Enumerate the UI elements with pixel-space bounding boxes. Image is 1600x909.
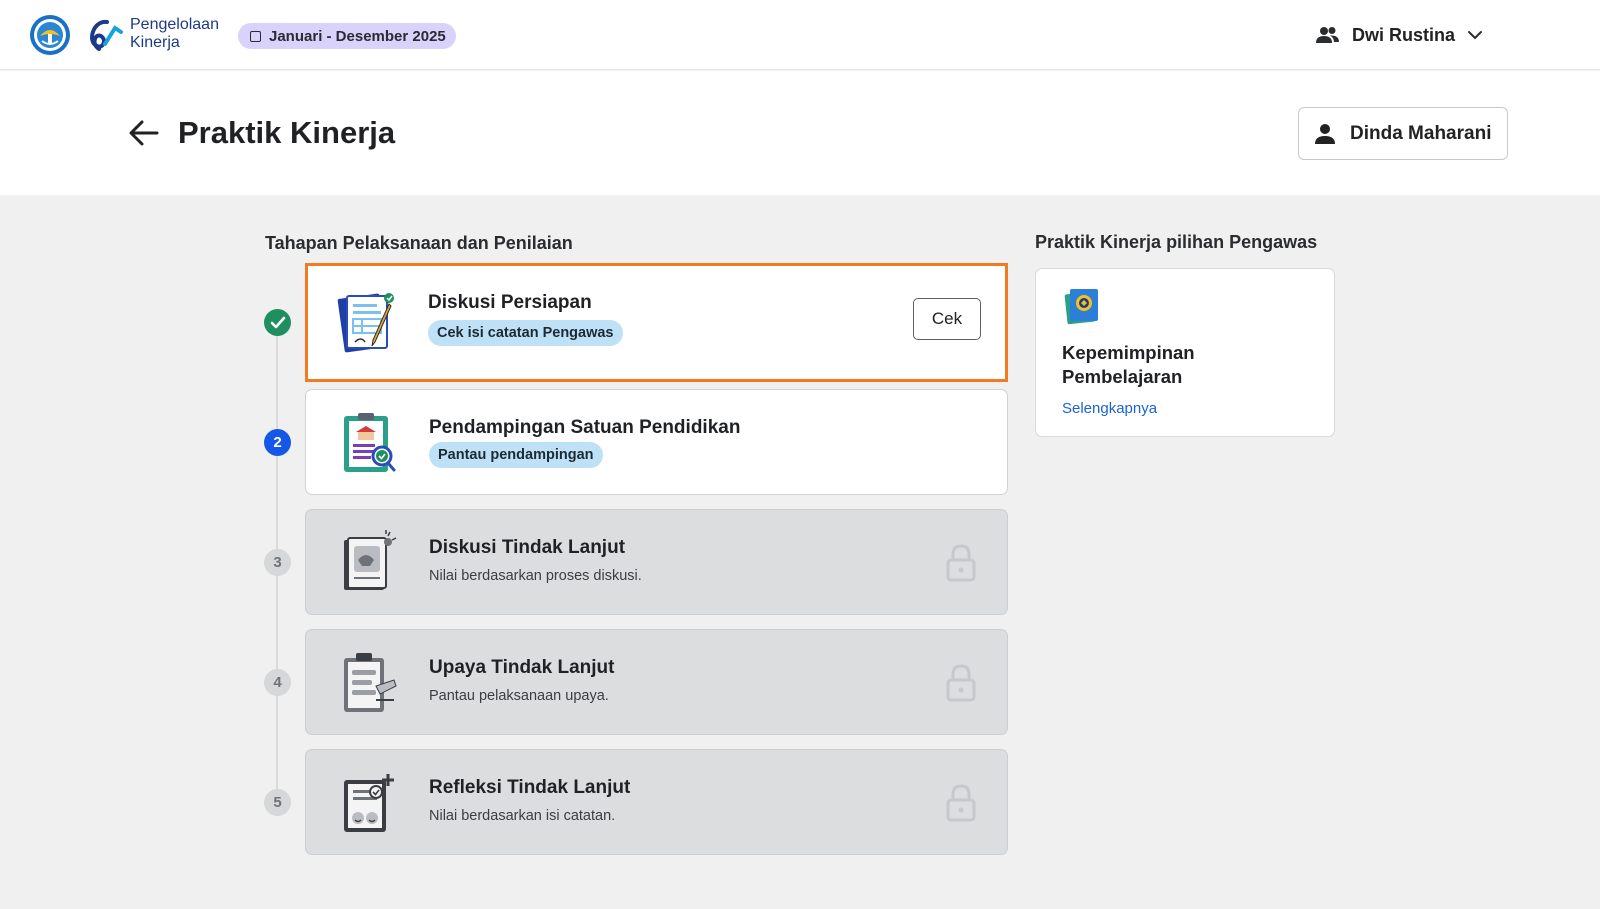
brand-name: Pengelolaan Kinerja — [130, 16, 219, 52]
step-card-diskusi-tindak-lanjut: Diskusi Tindak Lanjut Nilai berdasarkan … — [305, 509, 1008, 615]
lock-icon — [946, 784, 976, 822]
document-pen-icon — [337, 293, 394, 353]
leadership-book-icon — [1064, 289, 1098, 325]
step-2-badge: 2 — [264, 429, 291, 456]
user-name: Dwi Rustina — [1352, 24, 1456, 45]
person-icon — [1315, 123, 1335, 144]
page-header: Praktik Kinerja Dinda Maharani — [0, 71, 1600, 195]
step-subtitle: Nilai berdasarkan proses diskusi. — [429, 568, 642, 584]
step-title: Diskusi Persiapan — [428, 292, 592, 313]
step-title: Upaya Tindak Lanjut — [429, 657, 615, 678]
check-icon — [270, 316, 285, 328]
arrow-left-icon — [129, 120, 159, 146]
school-clipboard-icon — [344, 413, 396, 472]
teacher-selector-button[interactable]: Dinda Maharani — [1298, 107, 1508, 160]
step-1-done-badge — [264, 309, 291, 336]
step-status-chip: Pantau pendampingan — [429, 442, 603, 468]
step-card-upaya-tindak-lanjut: Upaya Tindak Lanjut Pantau pelaksanaan u… — [305, 629, 1008, 735]
step-card-refleksi-tindak-lanjut: Refleksi Tindak Lanjut Nilai berdasarkan… — [305, 749, 1008, 855]
users-icon — [1316, 27, 1339, 43]
step-subtitle: Pantau pelaksanaan upaya. — [429, 688, 609, 704]
discussion-book-icon — [344, 530, 397, 590]
step-status-chip: Cek isi catatan Pengawas — [428, 320, 623, 346]
page-title: Praktik Kinerja — [178, 115, 396, 150]
lock-icon — [946, 544, 976, 582]
back-button[interactable] — [126, 115, 162, 151]
step-title: Diskusi Tindak Lanjut — [429, 537, 626, 558]
top-navbar: Pengelolaan Kinerja Januari - Desember 2… — [0, 0, 1600, 70]
step-subtitle: Nilai berdasarkan isi catatan. — [429, 808, 616, 824]
step-card-diskusi-persiapan[interactable]: Diskusi Persiapan Cek isi catatan Pengaw… — [305, 263, 1008, 382]
brand-line-2: Kinerja — [130, 34, 180, 51]
user-menu[interactable]: Dwi Rustina — [1316, 21, 1483, 49]
calendar-square-icon — [250, 30, 261, 42]
teacher-name: Dinda Maharani — [1350, 122, 1492, 144]
choice-heading: Praktik Kinerja pilihan Pengawas — [1035, 232, 1318, 252]
step-4-badge: 4 — [264, 669, 291, 696]
period-label: Januari - Desember 2025 — [269, 27, 446, 45]
selengkapnya-link[interactable]: Selengkapnya — [1062, 400, 1157, 417]
step-title: Pendampingan Satuan Pendidikan — [429, 417, 741, 438]
cek-button[interactable]: Cek — [913, 298, 981, 340]
tut-wuri-handayani-logo — [30, 15, 70, 55]
step-card-pendampingan[interactable]: Pendampingan Satuan Pendidikan Pantau pe… — [305, 389, 1008, 495]
reflection-note-icon — [344, 774, 394, 832]
choice-title: Kepemimpinan Pembelajaran — [1062, 342, 1195, 387]
step-title: Refleksi Tindak Lanjut — [429, 777, 631, 798]
chevron-down-icon — [1468, 31, 1483, 40]
pengelolaan-kinerja-logo — [90, 19, 123, 51]
step-3-badge: 3 — [264, 549, 291, 576]
step-5-badge: 5 — [264, 789, 291, 816]
brand-line-1: Pengelolaan — [130, 16, 219, 33]
stages-heading: Tahapan Pelaksanaan dan Penilaian — [265, 233, 573, 253]
lock-icon — [946, 664, 976, 702]
choice-card-kepemimpinan[interactable]: Kepemimpinan Pembelajaran Selengkapnya — [1035, 268, 1335, 437]
period-chip[interactable]: Januari - Desember 2025 — [238, 23, 456, 49]
clipboard-list-icon — [344, 653, 397, 712]
